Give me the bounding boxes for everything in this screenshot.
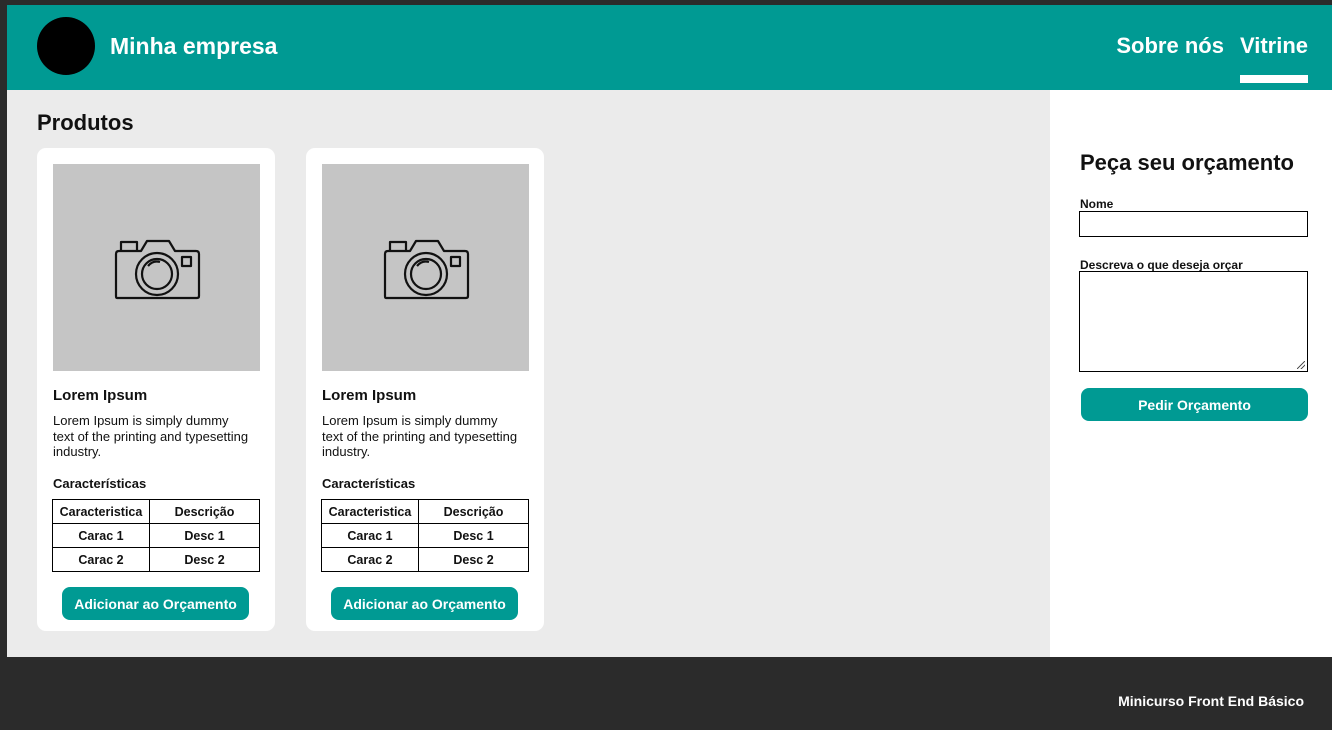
features-title: Características [322, 476, 416, 491]
product-card: Lorem Ipsum Lorem Ipsum is simply dummy … [306, 148, 544, 631]
nav-link-vitrine[interactable]: Vitrine [1239, 33, 1309, 83]
table-cell: Carac 1 [321, 523, 419, 548]
table-row: Carac 2 Desc 2 [321, 547, 529, 572]
resize-handle-icon[interactable] [1297, 361, 1305, 369]
product-name: Lorem Ipsum [53, 387, 148, 404]
product-card: Lorem Ipsum Lorem Ipsum is simply dummy … [37, 148, 275, 631]
product-name: Lorem Ipsum [322, 387, 417, 404]
features-title: Características [53, 476, 147, 491]
table-header-cell: Caracteristica [52, 499, 150, 524]
page-title: Produtos [37, 110, 134, 135]
page: Minha empresa Sobre nós Vitrine Produtos [7, 5, 1332, 730]
table-header-row: Caracteristica Descrição [321, 499, 529, 524]
site-footer: Minicurso Front End Básico [7, 657, 1332, 730]
table-cell: Desc 2 [418, 547, 529, 572]
add-to-quote-button[interactable]: Adicionar ao Orçamento [62, 587, 249, 620]
request-quote-button[interactable]: Pedir Orçamento [1081, 388, 1308, 421]
table-row: Carac 1 Desc 1 [52, 523, 260, 548]
table-cell: Desc 1 [418, 523, 529, 548]
table-header-cell: Caracteristica [321, 499, 419, 524]
table-cell: Carac 2 [321, 547, 419, 572]
site-header: Minha empresa Sobre nós Vitrine [7, 5, 1332, 90]
footer-credit: Minicurso Front End Básico [1118, 693, 1304, 709]
quote-form: Peça seu orçamento Nome Descreva o que d… [1050, 90, 1332, 657]
table-cell: Carac 1 [52, 523, 150, 548]
table-cell: Carac 2 [52, 547, 150, 572]
table-row: Carac 2 Desc 2 [52, 547, 260, 572]
table-header-cell: Descrição [149, 499, 260, 524]
product-image [322, 164, 529, 371]
table-header-cell: Descrição [418, 499, 529, 524]
product-description: Lorem Ipsum is simply dummy text of the … [53, 413, 249, 459]
description-label: Descreva o que deseja orçar [1080, 258, 1243, 272]
camera-icon [383, 239, 469, 299]
product-image [53, 164, 260, 371]
name-input[interactable] [1079, 211, 1308, 237]
table-cell: Desc 1 [149, 523, 260, 548]
features-table: Caracteristica Descrição Carac 1 Desc 1 … [52, 499, 260, 572]
nav-link-sobre-nos[interactable]: Sobre nós [1116, 33, 1224, 59]
add-to-quote-button[interactable]: Adicionar ao Orçamento [331, 587, 518, 620]
logo[interactable] [37, 17, 95, 75]
name-label: Nome [1080, 197, 1114, 211]
description-textarea[interactable] [1079, 271, 1308, 372]
features-table: Caracteristica Descrição Carac 1 Desc 1 … [321, 499, 529, 572]
brand-name[interactable]: Minha empresa [110, 33, 277, 60]
main-nav: Sobre nós Vitrine [1116, 33, 1309, 83]
table-cell: Desc 2 [149, 547, 260, 572]
product-description: Lorem Ipsum is simply dummy text of the … [322, 413, 518, 459]
table-row: Carac 1 Desc 1 [321, 523, 529, 548]
products-section: Produtos Lorem Ipsum Lorem Ipsum is simp… [7, 90, 1050, 657]
quote-form-title: Peça seu orçamento [1080, 150, 1294, 175]
camera-icon [114, 239, 200, 299]
table-header-row: Caracteristica Descrição [52, 499, 260, 524]
